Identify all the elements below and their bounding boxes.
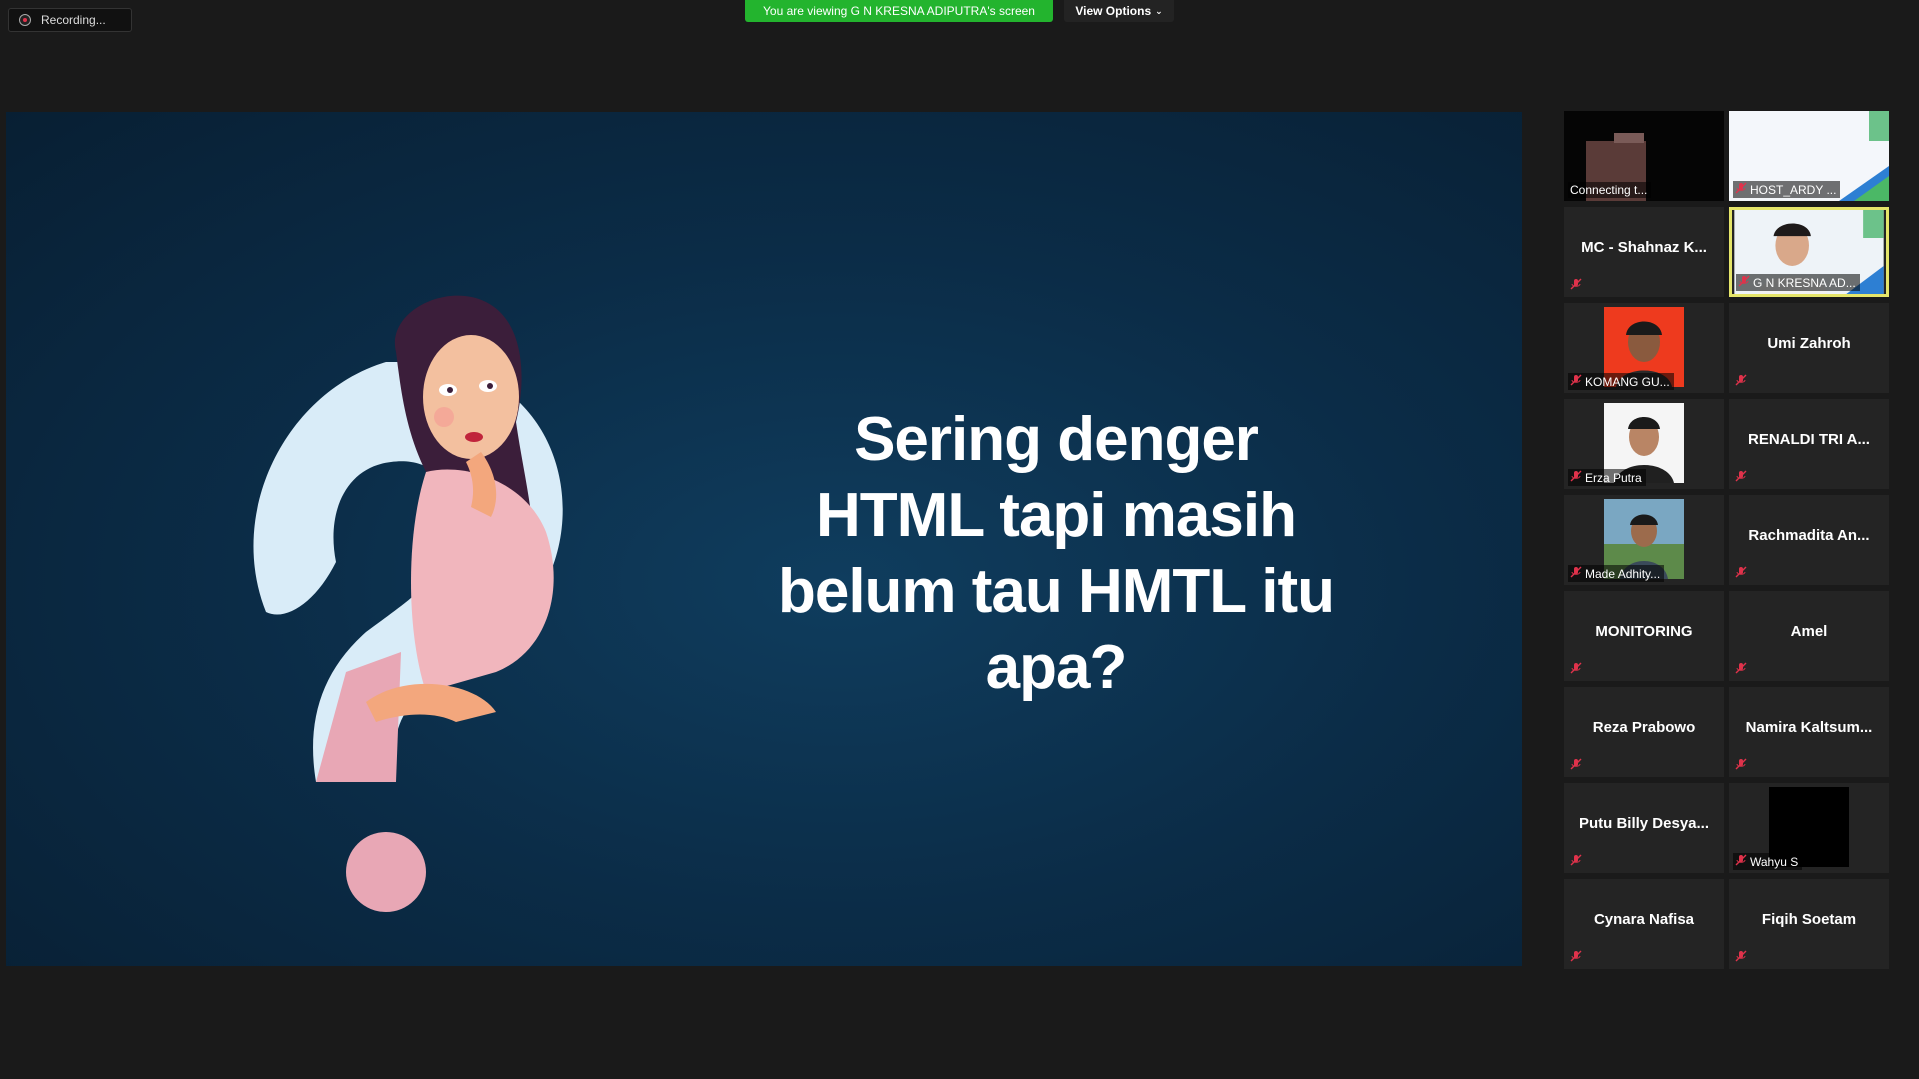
participant-tile[interactable]: Cynara Nafisa [1564,879,1724,969]
participant-tile[interactable]: Amel [1729,591,1889,681]
participant-name: MC - Shahnaz K... [1581,239,1707,256]
participant-label: KOMANG GU... [1568,373,1674,390]
muted-mic-icon [1735,662,1747,677]
participant-label: Wahyu S [1733,853,1803,870]
participant-name: Umi Zahroh [1767,335,1851,352]
participant-name: Fiqih Soetam [1761,911,1857,928]
participant-tile[interactable]: Fiqih Soetam [1729,879,1889,969]
thinking-woman-illustration [253,295,563,912]
participant-name: Amel [1790,623,1828,640]
participant-name: Reza Prabowo [1592,719,1696,736]
chevron-down-icon: ⌄ [1155,5,1163,16]
muted-mic-icon [1570,758,1582,773]
participant-tile[interactable]: Reza Prabowo [1564,687,1724,777]
muted-mic-icon [1735,950,1747,965]
muted-mic-icon [1735,566,1747,581]
participant-name: Made Adhity... [1585,566,1661,581]
participant-label: G N KRESNA AD... [1736,274,1860,291]
participant-tile[interactable]: Putu Billy Desya... [1564,783,1724,873]
participant-label [1568,277,1586,294]
participant-label: HOST_ARDY ... [1733,181,1841,198]
participant-tile[interactable]: G N KRESNA AD... [1729,207,1889,297]
participant-label: Connecting t... [1568,182,1652,198]
muted-mic-icon [1735,182,1747,197]
participant-label [1733,373,1751,390]
participant-tile[interactable]: Rachmadita An... [1729,495,1889,585]
muted-mic-icon [1738,275,1750,290]
participant-label [1568,661,1586,678]
participant-tile[interactable]: MONITORING [1564,591,1724,681]
slide-title: Sering denger HTML tapi masih belum tau … [746,402,1366,706]
participant-tile[interactable]: Namira Kaltsum... [1729,687,1889,777]
record-icon [19,14,31,26]
slide-line-4: apa? [985,633,1128,702]
participant-name: MONITORING [1595,623,1693,640]
participant-name: Cynara Nafisa [1593,911,1695,928]
participant-label [1733,661,1751,678]
participant-name: Namira Kaltsum... [1745,719,1873,736]
muted-mic-icon [1735,374,1747,389]
participant-name: KOMANG GU... [1585,374,1670,389]
participant-label [1733,757,1751,774]
slide-line-1: Sering denger [854,405,1259,474]
muted-mic-icon [1735,854,1747,869]
participant-tile[interactable]: Wahyu S [1729,783,1889,873]
muted-mic-icon [1570,374,1582,389]
participant-tile[interactable]: MC - Shahnaz K... [1564,207,1724,297]
recording-label: Recording... [41,13,106,27]
shared-screen: Sering denger HTML tapi masih belum tau … [6,112,1522,966]
participant-tile[interactable]: HOST_ARDY ... [1729,111,1889,201]
participant-label [1568,853,1586,870]
participant-label [1568,949,1586,966]
slide-line-2: HTML tapi masih [816,481,1297,550]
muted-mic-icon [1570,854,1582,869]
participant-tile[interactable]: Connecting t... [1564,111,1724,201]
participant-label: Made Adhity... [1568,565,1665,582]
participant-tile[interactable]: Erza Putra [1564,399,1724,489]
view-options-button[interactable]: View Options ⌄ [1064,0,1174,22]
participant-label [1733,949,1751,966]
participant-name: G N KRESNA AD... [1753,275,1856,290]
participant-name: Erza Putra [1585,470,1642,485]
muted-mic-icon [1735,758,1747,773]
muted-mic-icon [1735,470,1747,485]
viewing-screen-banner: You are viewing G N KRESNA ADIPUTRA's sc… [745,0,1053,22]
participant-label [1733,469,1751,486]
view-options-label: View Options [1075,4,1152,18]
muted-mic-icon [1570,470,1582,485]
participant-name: Connecting t... [1570,183,1648,197]
muted-mic-icon [1570,950,1582,965]
muted-mic-icon [1570,662,1582,677]
participant-label [1733,565,1751,582]
participant-label [1568,757,1586,774]
participant-name: Rachmadita An... [1748,527,1870,544]
participant-tile[interactable]: Umi Zahroh [1729,303,1889,393]
muted-mic-icon [1570,278,1582,293]
participant-label: Erza Putra [1568,469,1646,486]
participant-name: RENALDI TRI A... [1748,431,1870,448]
participant-name: HOST_ARDY ... [1750,182,1837,197]
participant-tile[interactable]: Made Adhity... [1564,495,1724,585]
participant-tile[interactable]: RENALDI TRI A... [1729,399,1889,489]
participant-name: Wahyu S [1750,854,1799,869]
participant-tile[interactable]: KOMANG GU... [1564,303,1724,393]
slide-line-3: belum tau HMTL itu [777,557,1335,626]
participant-name: Putu Billy Desya... [1578,815,1710,832]
muted-mic-icon [1570,566,1582,581]
recording-indicator[interactable]: Recording... [8,8,132,32]
